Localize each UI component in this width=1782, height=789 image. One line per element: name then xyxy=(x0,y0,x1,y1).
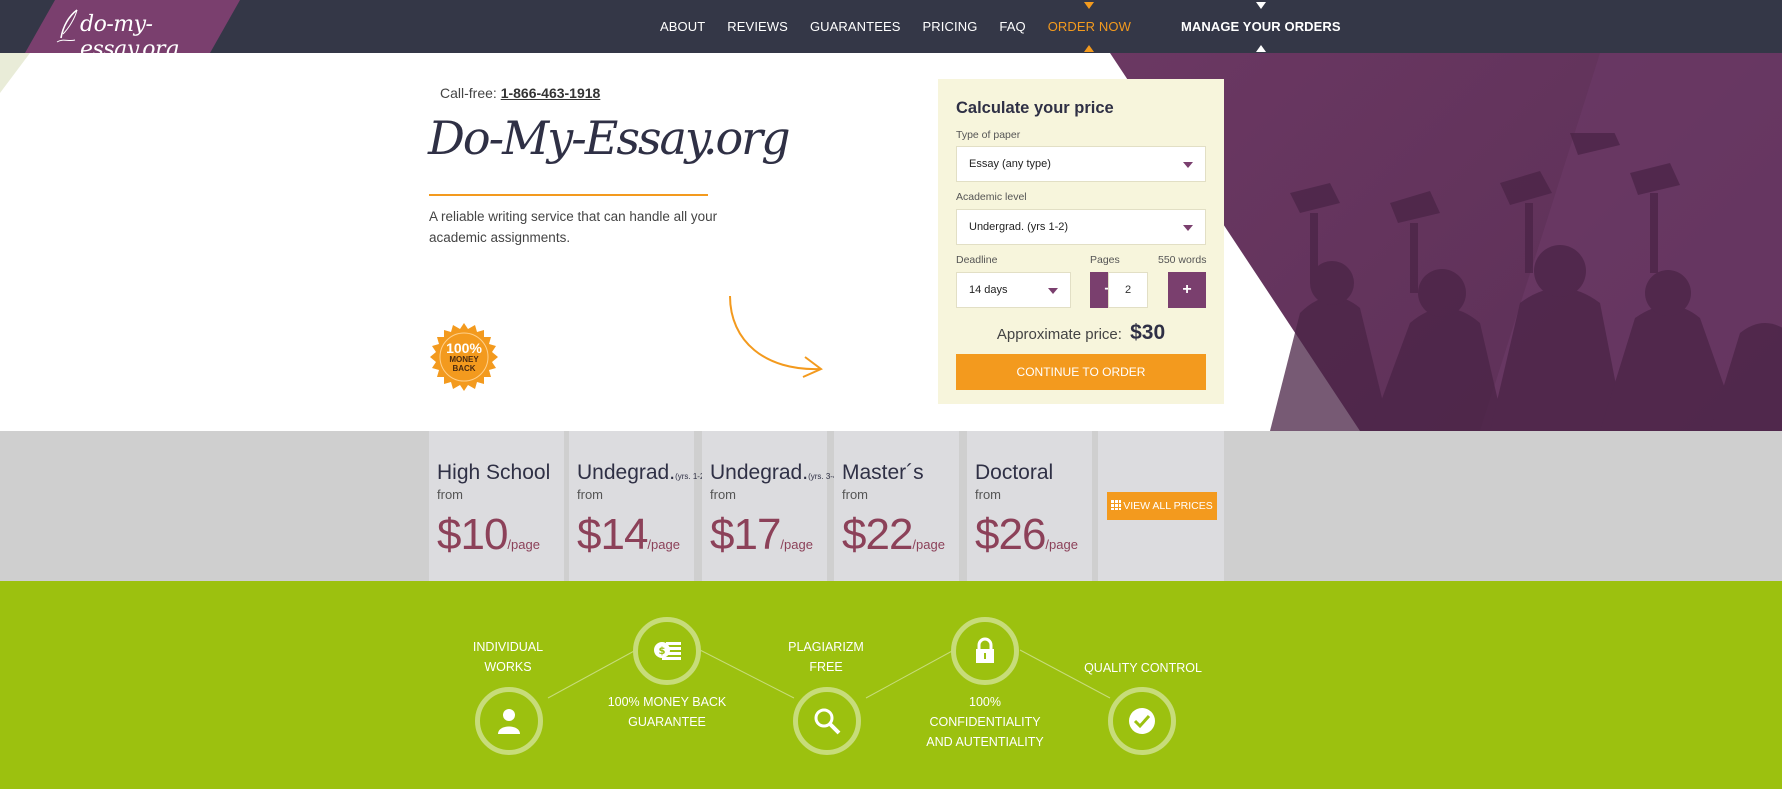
price-from: from xyxy=(577,487,603,502)
price-card-high-school[interactable]: High School from $10/page xyxy=(429,431,564,581)
feature-plagiarism-label: PLAGIARIZM FREE xyxy=(788,640,864,674)
price-from: from xyxy=(710,487,736,502)
magnifier-icon xyxy=(814,708,841,735)
price-level: Doctoral xyxy=(975,461,1054,484)
feature-individual xyxy=(475,687,543,755)
academic-level-value: Undergrad. (yrs 1-2) xyxy=(969,221,1069,233)
site-logo[interactable]: do-my-essay.org xyxy=(0,0,240,53)
type-of-paper-select[interactable]: Essay (any type) xyxy=(956,146,1206,182)
approximate-price: Approximate price: $30 xyxy=(938,321,1224,345)
money-stack-icon: $ xyxy=(654,642,681,660)
deadline-value: 14 days xyxy=(969,284,1008,296)
hero-corner-decoration xyxy=(0,53,30,93)
prices-strip: High School from $10/page Undegrad.(yrs.… xyxy=(0,431,1782,581)
price-level: Master´s xyxy=(842,461,924,484)
features-section: INDIVIDUAL WORKS $ 100% MONEY BACK GUARANT… xyxy=(0,581,1782,789)
price-card-undergrad-1-2[interactable]: Undegrad.(yrs. 1-2) from $14/page xyxy=(569,431,708,581)
feature-quality-label: QUALITY CONTROL xyxy=(1084,661,1202,675)
feature-plagiarism-free xyxy=(793,687,861,755)
pages-label: Pages xyxy=(1090,254,1120,266)
chevron-down-icon xyxy=(1183,225,1193,231)
feature-individual-label: INDIVIDUAL WORKS xyxy=(472,640,544,674)
price-amount: $14/page xyxy=(577,510,680,559)
phone-link[interactable]: 1-866-463-1918 xyxy=(501,85,601,101)
pages-increment-button[interactable]: + xyxy=(1168,272,1206,308)
graduates-silhouettes xyxy=(1270,133,1782,431)
pages-input[interactable]: 2 xyxy=(1108,272,1148,308)
brand-underline xyxy=(429,194,708,196)
quill-pen-icon xyxy=(56,9,78,43)
badge-text: 100% MONEY BACK xyxy=(430,341,498,373)
price-calculator: Calculate your price Type of paper Essay… xyxy=(938,79,1224,404)
feature-quality-control xyxy=(1108,687,1176,755)
continue-to-order-button[interactable]: CONTINUE TO ORDER xyxy=(956,354,1206,390)
price-card-doctoral[interactable]: Doctoral from $26/page xyxy=(967,431,1092,581)
price-level: Undegrad.(yrs. 1-2) xyxy=(577,461,708,484)
hero-tagline: A reliable writing service that can hand… xyxy=(429,209,718,245)
feature-money-back-label: 100% MONEY BACK GUARANTEE xyxy=(607,695,727,729)
badge-line-2: BACK xyxy=(452,364,476,373)
type-of-paper-label: Type of paper xyxy=(956,129,1021,141)
feature-money-back: $ xyxy=(633,617,701,685)
approximate-price-label: Approximate price: xyxy=(996,326,1122,343)
nav-about[interactable]: ABOUT xyxy=(660,19,705,34)
feature-confidentiality xyxy=(951,617,1019,685)
price-amount: $10/page xyxy=(437,510,540,559)
grid-icon xyxy=(1111,500,1122,510)
user-icon xyxy=(498,709,520,734)
nav-reviews[interactable]: REVIEWS xyxy=(727,19,788,34)
price-level: High School xyxy=(437,461,551,484)
view-all-prices-label: VIEW ALL PRICES xyxy=(1123,500,1213,512)
badge-line-1: MONEY xyxy=(449,355,479,364)
view-all-cell: VIEW ALL PRICES xyxy=(1098,431,1224,581)
top-navbar: do-my-essay.org ABOUT REVIEWS GUARANTEES… xyxy=(0,0,1782,53)
chevron-down-icon xyxy=(1183,162,1193,168)
call-free-label: Call-free: xyxy=(440,85,497,101)
feature-connectors xyxy=(547,649,1111,699)
price-amount: $22/page xyxy=(842,510,945,559)
price-card-undergrad-3-4[interactable]: Undegrad.(yrs. 3-4) from $17/page xyxy=(702,431,841,581)
nav-guarantees[interactable]: GUARANTEES xyxy=(810,19,901,34)
deadline-select[interactable]: 14 days xyxy=(956,272,1071,308)
checkmark-icon xyxy=(1129,708,1155,734)
price-from: from xyxy=(975,487,1001,502)
chevron-down-icon xyxy=(1048,288,1058,294)
svg-text:$: $ xyxy=(659,646,666,657)
nav-pricing[interactable]: PRICING xyxy=(923,19,978,34)
nav-faq[interactable]: FAQ xyxy=(999,19,1025,34)
price-card-masters[interactable]: Master´s from $22/page xyxy=(834,431,959,581)
academic-level-label: Academic level xyxy=(956,191,1027,203)
words-count: 550 words xyxy=(1158,254,1207,266)
call-free-line: Call-free: 1-866-463-1918 xyxy=(440,85,600,101)
price-from: from xyxy=(842,487,868,502)
view-all-prices-button[interactable]: VIEW ALL PRICES xyxy=(1107,492,1217,520)
approximate-price-value: $30 xyxy=(1130,321,1166,344)
feature-confidentiality-label: 100% CONFIDENTIALITY AND AUTENTIALITY xyxy=(926,695,1044,749)
manage-orders-link[interactable]: MANAGE YOUR ORDERS xyxy=(1181,2,1341,52)
hero-section: Call-free: 1-866-463-1918 Do-My-Essay.or… xyxy=(0,53,1782,431)
logo-text: do-my-essay.org xyxy=(80,12,179,53)
nav-order-now[interactable]: ORDER NOW xyxy=(1048,2,1131,52)
deadline-label: Deadline xyxy=(956,254,998,266)
academic-level-select[interactable]: Undergrad. (yrs 1-2) xyxy=(956,209,1206,245)
calculator-title: Calculate your price xyxy=(956,99,1114,117)
main-nav: ABOUT REVIEWS GUARANTEES PRICING FAQ ORD… xyxy=(660,0,1363,53)
lock-icon xyxy=(976,637,994,663)
brand-title: Do-My-Essay.org xyxy=(428,111,791,165)
price-level: Undegrad.(yrs. 3-4) xyxy=(710,461,841,484)
price-amount: $26/page xyxy=(975,510,1078,559)
type-of-paper-value: Essay (any type) xyxy=(969,158,1051,170)
price-amount: $17/page xyxy=(710,510,813,559)
curved-arrow-icon xyxy=(729,295,823,378)
price-from: from xyxy=(437,487,463,502)
badge-percent: 100% xyxy=(446,340,482,356)
